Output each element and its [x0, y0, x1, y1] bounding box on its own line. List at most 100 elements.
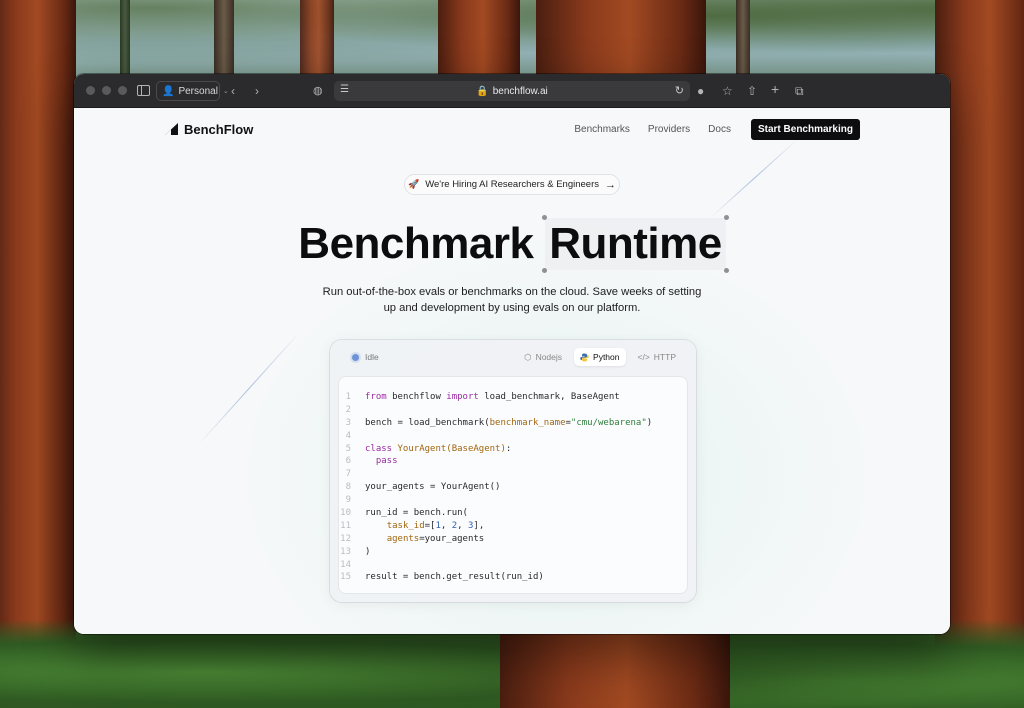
tab-http[interactable]: </> HTTP — [632, 348, 683, 366]
status-text: Idle — [365, 352, 379, 362]
line-number: 4 — [345, 430, 351, 441]
zoom-window-button[interactable] — [118, 86, 127, 95]
code-line: 5 class YourAgent(BaseAgent): — [339, 443, 687, 456]
extension-icon[interactable]: ● — [697, 83, 704, 99]
status-indicator: Idle — [352, 352, 379, 362]
code-line: 6 pass — [339, 455, 687, 468]
hero-title-part2: Runtime — [549, 219, 722, 268]
code-example-card: Idle ⬡ Nodejs Python </> HTTP 1 from ben… — [330, 340, 696, 602]
reload-icon[interactable]: ↻ — [675, 84, 684, 97]
tab-label: HTTP — [653, 352, 676, 362]
line-number: 10 — [340, 508, 351, 519]
code-brackets-icon: </> — [637, 352, 650, 362]
status-dot-icon — [352, 353, 359, 361]
line-number: 3 — [345, 417, 351, 428]
code-line: 15 result = bench.get_result(run_id) — [339, 571, 687, 584]
profile-button[interactable]: 👤 Personal ⌄ — [156, 81, 229, 101]
decorative-streak — [198, 332, 300, 445]
code-line: 14 — [339, 559, 687, 572]
rocket-icon: 🚀 — [408, 179, 420, 189]
selection-handle — [542, 215, 548, 220]
line-number: 9 — [345, 495, 351, 506]
code-line: 3 bench = load_benchmark(benchmark_name=… — [339, 417, 687, 430]
bookmark-star-icon[interactable]: ☆ — [722, 83, 733, 99]
line-number: 12 — [340, 533, 351, 544]
address-bar[interactable]: ☰ 🔒 benchflow.ai ↻ — [334, 81, 690, 101]
person-icon: 👤 — [162, 85, 175, 97]
line-number: 8 — [345, 482, 351, 493]
code-line: 1 from benchflow import load_benchmark, … — [339, 391, 687, 404]
tab-label: Nodejs — [535, 352, 563, 362]
code-line: 9 — [339, 494, 687, 507]
line-number: 2 — [345, 404, 351, 415]
code-line: 7 — [339, 468, 687, 481]
language-tabs: ⬡ Nodejs Python </> HTTP — [518, 348, 682, 367]
line-number: 1 — [345, 392, 351, 402]
code-line: 2 — [339, 404, 687, 417]
arrow-right-icon: → — [605, 178, 616, 191]
lock-icon: 🔒 — [476, 85, 489, 97]
selection-handle — [723, 268, 729, 273]
share-icon[interactable]: ⇧ — [747, 83, 757, 99]
tab-nodejs[interactable]: ⬡ Nodejs — [518, 348, 568, 367]
code-text: class YourAgent(BaseAgent): — [365, 443, 512, 454]
code-text: run_id = bench.run( — [365, 508, 468, 519]
code-line: 11 task_id=[1, 2, 3], — [339, 520, 687, 533]
python-icon — [580, 353, 589, 361]
code-line: 10 run_id = bench.run( — [339, 507, 687, 520]
window-controls — [86, 86, 127, 95]
hero-title-selection: Runtime — [542, 215, 729, 273]
nav-links: Benchmarks Providers Docs Start Benchmar… — [574, 118, 860, 140]
line-number: 11 — [340, 520, 351, 531]
nav-link-benchmarks[interactable]: Benchmarks — [574, 124, 630, 135]
hero-subtitle-line: up and development by using evals on our… — [383, 302, 641, 314]
selection-handle — [542, 268, 548, 273]
code-block[interactable]: 1 from benchflow import load_benchmark, … — [338, 376, 688, 594]
nav-link-docs[interactable]: Docs — [708, 124, 731, 135]
line-number: 15 — [340, 572, 351, 583]
chevron-down-icon: ⌄ — [222, 88, 229, 95]
code-card-header: Idle ⬡ Nodejs Python </> HTTP — [330, 340, 696, 374]
hero-title: Benchmark Runtime — [74, 215, 950, 273]
tab-python[interactable]: Python — [574, 348, 626, 366]
back-arrow-icon[interactable]: ‹ — [231, 83, 235, 99]
code-line: 13 ) — [339, 546, 687, 559]
forward-arrow-icon[interactable]: › — [255, 83, 259, 99]
new-tab-icon[interactable]: + — [771, 81, 779, 97]
line-number: 7 — [345, 469, 351, 480]
hiring-badge[interactable]: 🚀 We're Hiring AI Researchers & Engineer… — [404, 174, 620, 195]
code-text: pass — [375, 456, 398, 467]
start-benchmarking-button[interactable]: Start Benchmarking — [750, 118, 860, 140]
line-number: 5 — [345, 443, 351, 454]
url-text: benchflow.ai — [492, 85, 548, 97]
tab-overview-icon[interactable]: ⧉ — [795, 83, 804, 99]
line-number: 14 — [340, 559, 351, 570]
sidebar-toggle-icon[interactable] — [137, 85, 150, 96]
benchflow-logo-icon — [165, 123, 178, 135]
brand-logo[interactable]: BenchFlow — [164, 122, 253, 137]
close-window-button[interactable] — [86, 86, 95, 95]
page-menu-icon[interactable]: ☰ — [340, 84, 349, 95]
code-text: ) — [365, 546, 371, 557]
code-line: 4 — [339, 430, 687, 443]
code-text: result = bench.get_result(run_id) — [365, 572, 544, 583]
code-line: 8 your_agents = YourAgent() — [339, 481, 687, 494]
line-number: 6 — [345, 456, 351, 467]
hero-subtitle: Run out-of-the-box evals or benchmarks o… — [74, 284, 950, 316]
nodejs-icon: ⬡ — [524, 351, 532, 362]
code-text: agents=your_agents — [386, 533, 485, 544]
web-page: BenchFlow Benchmarks Providers Docs Star… — [74, 108, 950, 634]
nav-link-providers[interactable]: Providers — [648, 124, 690, 135]
line-number: 13 — [340, 546, 351, 557]
brand-name: BenchFlow — [184, 121, 254, 137]
code-text: task_id=[1, 2, 3], — [386, 520, 485, 531]
privacy-report-icon[interactable]: ◍ — [313, 83, 323, 99]
browser-window: 👤 Personal ⌄ ‹ › ◍ ☰ 🔒 benchflow.ai ↻ ● … — [74, 74, 950, 634]
minimize-window-button[interactable] — [102, 86, 111, 95]
code-text: bench = load_benchmark(benchmark_name="c… — [365, 417, 653, 428]
decorative-streak — [709, 137, 799, 220]
browser-toolbar: 👤 Personal ⌄ ‹ › ◍ ☰ 🔒 benchflow.ai ↻ ● … — [74, 74, 950, 108]
hero-title-part1: Benchmark — [298, 219, 534, 268]
selection-handle — [723, 215, 729, 220]
hiring-text: We're Hiring AI Researchers & Engineers — [425, 179, 599, 190]
